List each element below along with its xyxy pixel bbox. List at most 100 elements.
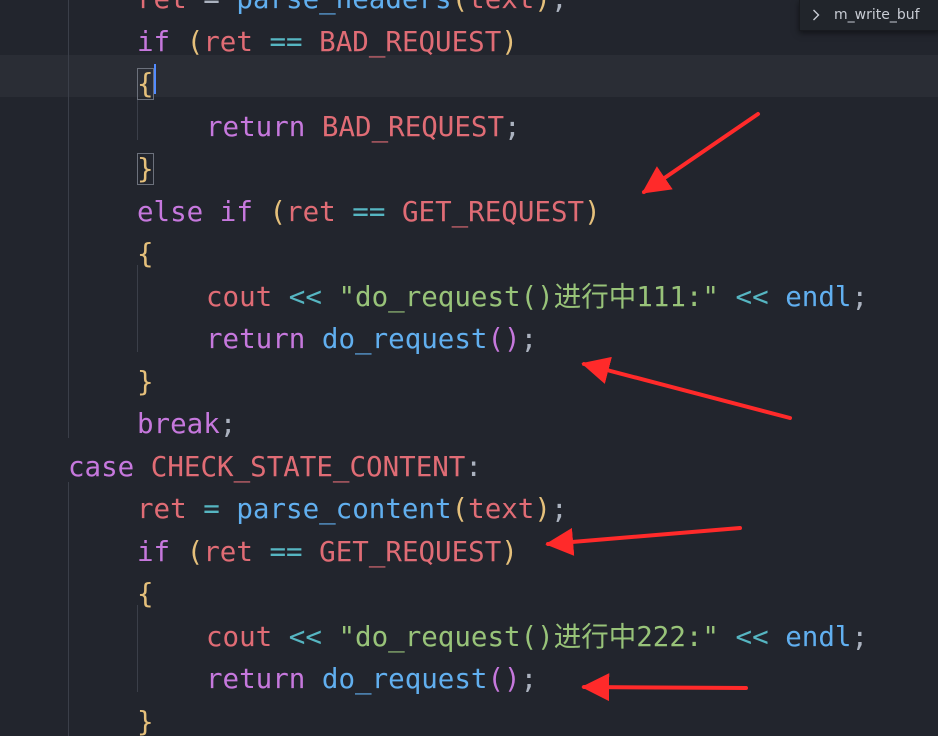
code-token: ; [851,281,869,313]
code-token: ; [550,493,568,525]
code-token: return [206,111,306,143]
breadcrumb[interactable]: m_write_buf [799,0,938,31]
code-token: GET_REQUEST [401,196,585,228]
code-token: endl [785,621,852,653]
code-token: ( [451,493,469,525]
code-line[interactable]: case CHECK_STATE_CONTENT: [68,446,482,488]
code-token: BAD_REQUEST [321,111,505,143]
code-token: ; [219,408,237,440]
code-token: GET_REQUEST [319,536,502,568]
code-token: if [137,26,171,58]
code-token: CHECK_STATE_CONTENT [150,451,466,483]
code-token: return [206,323,306,355]
code-line[interactable]: return do_request(); [206,318,537,360]
code-token: ) [501,536,518,568]
code-token: ( [269,196,287,228]
indent-guide [137,265,138,352]
code-token: ) [501,26,518,58]
code-token: BAD_REQUEST [319,26,502,58]
code-editor[interactable]: ret = parse_headers(text);if (ret == BAD… [0,0,938,736]
code-line[interactable]: return do_request(); [206,658,537,700]
indent-guide [68,0,69,438]
code-token: << [272,621,339,653]
code-token: = [186,493,237,525]
code-token: return [206,663,306,695]
code-token: ) [534,0,551,15]
code-token: parse_headers [236,0,451,15]
code-token: { [137,68,154,100]
code-line[interactable]: cout << "do_request()进行中222:" << endl; [206,616,868,658]
code-line[interactable]: } [137,361,154,403]
code-token: if [137,536,171,568]
code-line[interactable]: { [137,233,154,275]
code-token: cout [206,621,273,653]
code-token: } [137,366,154,398]
code-token: if [219,196,253,228]
code-token: text [468,493,535,525]
code-token: { [137,238,154,270]
code-token: ret [137,0,187,15]
code-token: { [137,578,154,610]
code-token: ( [186,536,204,568]
code-token: << [718,281,786,313]
code-token: break [137,408,220,440]
code-line[interactable]: { [137,573,154,615]
code-line[interactable]: } [137,701,154,736]
code-token: ; [504,111,521,143]
code-line[interactable]: cout << "do_request()进行中111:" << endl; [206,276,868,318]
code-token: ; [851,621,869,653]
indent-guide [68,482,69,736]
code-token: } [137,706,154,736]
code-line[interactable]: ret = parse_content(text); [137,488,568,530]
breadcrumb-label[interactable]: m_write_buf [834,7,920,23]
code-token: ret [137,493,187,525]
code-token: cout [206,281,273,313]
code-line[interactable]: if (ret == GET_REQUEST) [137,531,518,573]
code-token: "do_request()进行中111:" [338,281,719,313]
code-line[interactable]: ret = parse_headers(text); [137,0,568,20]
code-line[interactable]: else if (ret == GET_REQUEST) [137,191,601,233]
code-token: ( [452,0,469,15]
code-token: == [252,26,320,58]
text-cursor [154,64,156,94]
code-token: ; [520,323,538,355]
code-token: == [335,196,402,228]
code-token: << [718,621,786,653]
code-token: ( [186,26,204,58]
code-token: endl [785,281,852,313]
code-token: ; [551,0,568,15]
code-token: do_request [321,323,488,355]
code-token: do_request [321,663,488,695]
code-line[interactable]: { [137,63,154,105]
code-token: else [137,196,204,228]
code-token: text [468,0,534,15]
code-token: () [487,323,521,355]
code-line[interactable]: break; [137,403,236,445]
code-token: == [252,536,320,568]
code-line[interactable]: return BAD_REQUEST; [206,106,521,148]
code-line[interactable]: } [137,148,154,190]
code-token: << [272,281,339,313]
code-token: () [487,663,521,695]
code-token: ret [203,536,253,568]
code-token: ret [286,196,336,228]
indent-guide [137,605,138,692]
code-token: } [137,153,154,185]
code-token: ) [534,493,551,525]
code-token: ret [203,26,253,58]
chevron-right-icon[interactable] [810,9,822,21]
code-token: : [465,451,482,483]
code-line[interactable]: if (ret == BAD_REQUEST) [137,21,518,63]
code-token: "do_request()进行中222:" [338,621,719,653]
code-token: ; [520,663,538,695]
code-token: = [187,0,237,15]
code-token: parse_content [236,493,452,525]
